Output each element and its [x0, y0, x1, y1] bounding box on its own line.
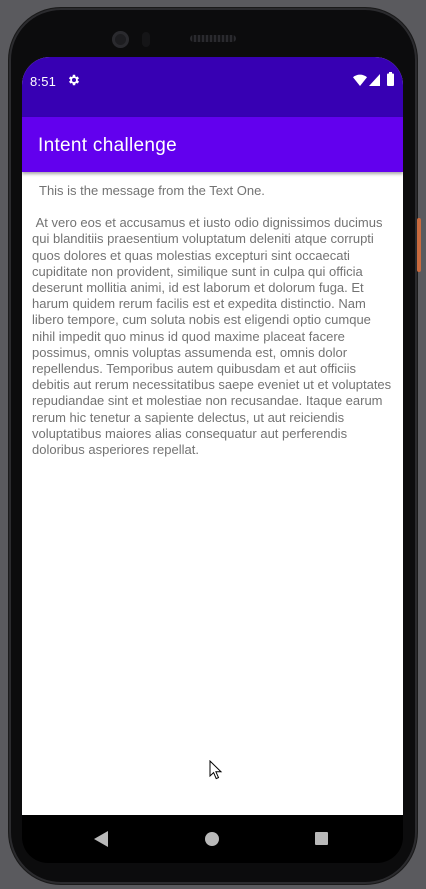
- power-button: [417, 218, 421, 272]
- cell-signal-icon: [369, 74, 380, 86]
- app-bar: Intent challenge: [22, 117, 403, 172]
- proximity-sensor: [142, 32, 150, 47]
- back-icon[interactable]: [94, 831, 108, 847]
- content-area: This is the message from the Text One. A…: [32, 183, 392, 458]
- status-time: 8:51: [30, 74, 57, 89]
- message-text: This is the message from the Text One.: [39, 183, 265, 198]
- front-camera: [112, 31, 129, 48]
- mouse-cursor-icon: [209, 760, 223, 780]
- app-title: Intent challenge: [38, 135, 177, 156]
- body-text: At vero eos et accusamus et iusto odio d…: [32, 215, 395, 458]
- recents-icon[interactable]: [315, 832, 328, 845]
- wifi-icon: [353, 74, 367, 86]
- navigation-bar: [22, 815, 403, 863]
- settings-gear-icon: [68, 74, 80, 86]
- earpiece-speaker: [190, 35, 236, 42]
- status-bar: 8:51: [22, 57, 403, 117]
- battery-icon: [387, 72, 394, 86]
- home-icon[interactable]: [205, 832, 219, 846]
- screen: 8:51 Intent challenge This is the messag…: [22, 57, 403, 815]
